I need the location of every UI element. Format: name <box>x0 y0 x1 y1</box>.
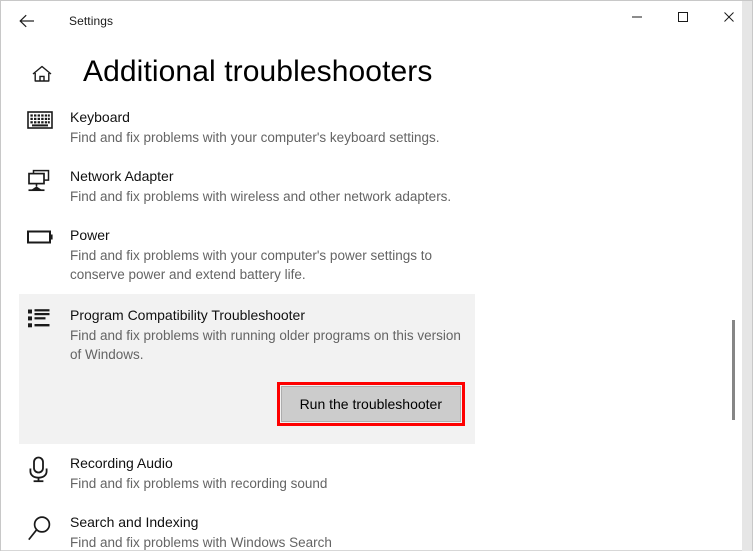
title-bar: Settings <box>1 1 752 41</box>
list-item-description: Find and fix problems with wireless and … <box>70 189 452 204</box>
list-item-text: Program Compatibility Troubleshooter Fin… <box>65 306 470 364</box>
list-item-network-adapter[interactable]: Network Adapter Find and fix problems wi… <box>19 157 475 216</box>
window-title: Settings <box>69 14 114 28</box>
list-item-title: Recording Audio <box>70 455 173 471</box>
list-item-description: Find and fix problems with Windows Searc… <box>70 535 332 550</box>
action-row: Run the troubleshooter <box>19 368 475 444</box>
search-magnifier-icon <box>27 513 65 543</box>
maximize-icon <box>678 12 688 22</box>
troubleshooter-list: Keyboard Find and fix problems with your… <box>1 98 752 551</box>
microphone-icon <box>27 454 65 484</box>
highlight-annotation: Run the troubleshooter <box>276 382 465 426</box>
back-button[interactable] <box>7 5 49 37</box>
list-item-description: Find and fix problems with your computer… <box>70 130 440 145</box>
back-arrow-icon <box>19 14 34 28</box>
list-item-title: Power <box>70 227 110 243</box>
list-item-title: Program Compatibility Troubleshooter <box>70 307 305 323</box>
list-item-keyboard[interactable]: Keyboard Find and fix problems with your… <box>19 98 475 157</box>
list-item-text: Search and Indexing Find and fix problem… <box>65 513 332 551</box>
list-item-description: Find and fix problems with recording sou… <box>70 476 328 491</box>
list-item-text: Recording Audio Find and fix problems wi… <box>65 454 327 493</box>
power-battery-icon <box>27 226 65 246</box>
list-item-title: Network Adapter <box>70 168 174 184</box>
list-item-program-compatibility-troubleshooter[interactable]: Program Compatibility Troubleshooter Fin… <box>19 294 475 444</box>
program-compatibility-list-icon <box>27 306 65 330</box>
keyboard-icon <box>27 108 65 130</box>
list-item-power[interactable]: Power Find and fix problems with your co… <box>19 216 475 294</box>
list-item-row: Program Compatibility Troubleshooter Fin… <box>19 294 475 368</box>
maximize-button[interactable] <box>660 1 706 33</box>
close-icon <box>724 12 734 22</box>
list-item-search-and-indexing[interactable]: Search and Indexing Find and fix problem… <box>19 503 475 551</box>
list-item-description: Find and fix problems with your computer… <box>70 248 432 282</box>
window-controls <box>614 1 752 33</box>
page-header: Additional troubleshooters <box>1 41 752 98</box>
settings-window: Settings Additional troubleshooters Keyb… <box>0 0 753 551</box>
troubleshooter-scroll-area: Keyboard Find and fix problems with your… <box>1 98 752 551</box>
list-item-recording-audio[interactable]: Recording Audio Find and fix problems wi… <box>19 444 475 503</box>
minimize-button[interactable] <box>614 1 660 33</box>
home-icon <box>32 65 52 82</box>
list-item-text: Power Find and fix problems with your co… <box>65 226 470 284</box>
list-item-text: Keyboard Find and fix problems with your… <box>65 108 440 147</box>
minimize-icon <box>632 16 642 18</box>
vertical-scrollbar[interactable] <box>728 98 740 551</box>
run-the-troubleshooter-button[interactable]: Run the troubleshooter <box>280 386 461 422</box>
window-right-edge <box>741 1 752 551</box>
list-item-title: Keyboard <box>70 109 130 125</box>
list-item-description: Find and fix problems with running older… <box>70 328 461 362</box>
home-button[interactable] <box>25 64 59 84</box>
list-item-title: Search and Indexing <box>70 514 199 530</box>
list-item-text: Network Adapter Find and fix problems wi… <box>65 167 451 206</box>
scrollbar-thumb[interactable] <box>732 320 735 420</box>
page-title: Additional troubleshooters <box>83 55 433 88</box>
network-adapter-icon <box>27 167 65 193</box>
